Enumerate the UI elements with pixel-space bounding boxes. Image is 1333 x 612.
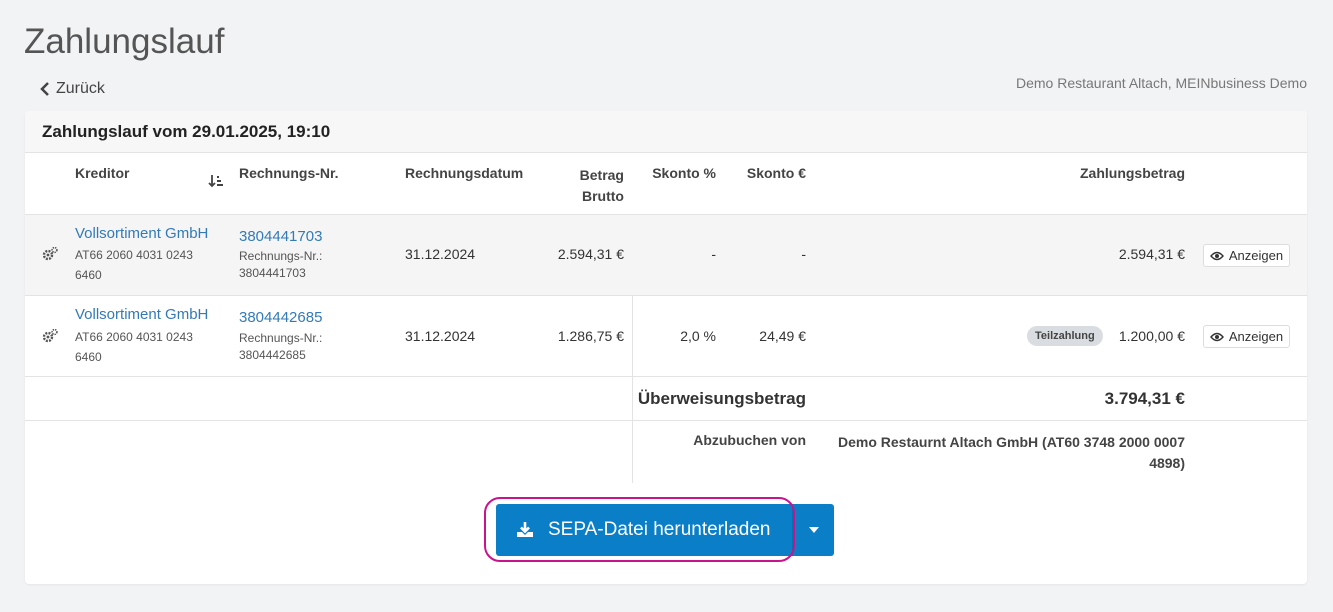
zahlungsbetrag: 2.594,31 € bbox=[1118, 246, 1185, 262]
payment-run-card: Zahlungslauf vom 29.01.2025, 19:10 Kredi… bbox=[25, 111, 1307, 584]
rechnungsdatum: 31.12.2024 bbox=[405, 246, 476, 262]
rechnungs-nr-sub: Rechnungs-Nr.: 3804441703 bbox=[239, 248, 322, 282]
debit-label: Abzubuchen von bbox=[693, 432, 806, 448]
debit-account-line-1: Demo Restaurnt Altach GmbH (AT60 3748 20… bbox=[837, 434, 1185, 450]
view-button[interactable]: Anzeigen bbox=[1203, 244, 1290, 267]
rechnungs-nr-label: Rechnungs-Nr.: bbox=[239, 249, 323, 263]
rechnungsdatum: 31.12.2024 bbox=[405, 328, 476, 344]
kreditor-iban: AT66 2060 4031 0243 6460 bbox=[75, 245, 193, 285]
skonto-pct: - bbox=[711, 246, 716, 262]
betrag-brutto: 2.594,31 € bbox=[557, 246, 624, 262]
rechnungs-nr-link[interactable]: 3804441703 bbox=[239, 228, 322, 245]
caret-down-icon bbox=[808, 527, 819, 533]
eye-icon bbox=[1209, 251, 1224, 260]
page-title: Zahlungslauf bbox=[24, 22, 225, 61]
gears-icon[interactable] bbox=[42, 328, 58, 344]
kreditor-iban: AT66 2060 4031 0243 6460 bbox=[75, 327, 193, 367]
company-name: Demo Restaurant Altach, MEINbusiness Dem… bbox=[1015, 75, 1307, 91]
debit-account-row: Abzubuchen von Demo Restaurnt Altach Gmb… bbox=[25, 421, 1307, 481]
iban-line-2: 6460 bbox=[75, 350, 102, 364]
eye-icon bbox=[1209, 332, 1224, 341]
rechnungs-nr-value: 3804442685 bbox=[239, 348, 306, 362]
sort-icon[interactable] bbox=[208, 173, 224, 189]
sepa-download-button[interactable]: SEPA-Datei herunterladen bbox=[496, 504, 792, 556]
zahlungsbetrag: 1.200,00 € bbox=[1118, 328, 1185, 344]
view-button[interactable]: Anzeigen bbox=[1203, 325, 1290, 348]
back-link[interactable]: Zurück bbox=[40, 80, 105, 98]
col-skonto-eur[interactable]: Skonto € bbox=[725, 165, 806, 181]
col-betrag-brutto[interactable]: Betrag Brutto bbox=[545, 165, 624, 207]
betrag-brutto: 1.286,75 € bbox=[557, 328, 624, 344]
transfer-amount: 3.794,31 € bbox=[1104, 389, 1185, 408]
payment-table: Kreditor Rechnungs-Nr. Rechnungsdatum Be… bbox=[25, 153, 1307, 483]
col-brutto-label: Brutto bbox=[582, 188, 624, 204]
col-rechnungsdatum[interactable]: Rechnungsdatum bbox=[405, 165, 523, 181]
table-row: Vollsortiment GmbH AT66 2060 4031 0243 6… bbox=[25, 215, 1307, 296]
download-button-group: SEPA-Datei herunterladen bbox=[496, 504, 834, 556]
view-label: Anzeigen bbox=[1228, 248, 1284, 263]
transfer-summary-row: Überweisungsbetrag 3.794,31 € bbox=[25, 377, 1307, 421]
transfer-label: Überweisungsbetrag bbox=[637, 389, 806, 408]
col-rechnungs-nr[interactable]: Rechnungs-Nr. bbox=[239, 165, 339, 181]
col-betrag-label: Betrag bbox=[579, 167, 624, 183]
rechnungs-nr-label: Rechnungs-Nr.: bbox=[239, 331, 323, 345]
col-kreditor[interactable]: Kreditor bbox=[75, 165, 129, 181]
iban-line-1: AT66 2060 4031 0243 bbox=[75, 248, 193, 262]
debit-account-line-2: 4898) bbox=[1149, 455, 1185, 471]
debit-account: Demo Restaurnt Altach GmbH (AT60 3748 20… bbox=[815, 432, 1185, 474]
kreditor-link[interactable]: Vollsortiment GmbH bbox=[75, 306, 208, 323]
download-icon bbox=[517, 522, 533, 537]
download-options-toggle[interactable] bbox=[792, 504, 834, 556]
sepa-download-label: SEPA-Datei herunterladen bbox=[548, 519, 771, 540]
col-skonto-pct[interactable]: Skonto % bbox=[635, 165, 716, 181]
skonto-pct: 2,0 % bbox=[680, 328, 716, 344]
iban-line-1: AT66 2060 4031 0243 bbox=[75, 330, 193, 344]
gears-icon[interactable] bbox=[42, 246, 58, 262]
view-label: Anzeigen bbox=[1228, 329, 1284, 344]
rechnungs-nr-link[interactable]: 3804442685 bbox=[239, 309, 322, 326]
chevron-left-icon bbox=[40, 82, 49, 96]
table-header: Kreditor Rechnungs-Nr. Rechnungsdatum Be… bbox=[25, 153, 1307, 215]
card-title: Zahlungslauf vom 29.01.2025, 19:10 bbox=[25, 111, 1307, 153]
kreditor-link[interactable]: Vollsortiment GmbH bbox=[75, 225, 208, 242]
rechnungs-nr-sub: Rechnungs-Nr.: 3804442685 bbox=[239, 330, 322, 364]
back-label: Zurück bbox=[56, 80, 105, 97]
col-zahlungsbetrag[interactable]: Zahlungsbetrag bbox=[985, 165, 1185, 181]
skonto-eur: - bbox=[801, 246, 806, 262]
rechnungs-nr-value: 3804441703 bbox=[239, 266, 306, 280]
skonto-eur: 24,49 € bbox=[759, 328, 806, 344]
iban-line-2: 6460 bbox=[75, 268, 102, 282]
table-row: Vollsortiment GmbH AT66 2060 4031 0243 6… bbox=[25, 296, 1307, 377]
